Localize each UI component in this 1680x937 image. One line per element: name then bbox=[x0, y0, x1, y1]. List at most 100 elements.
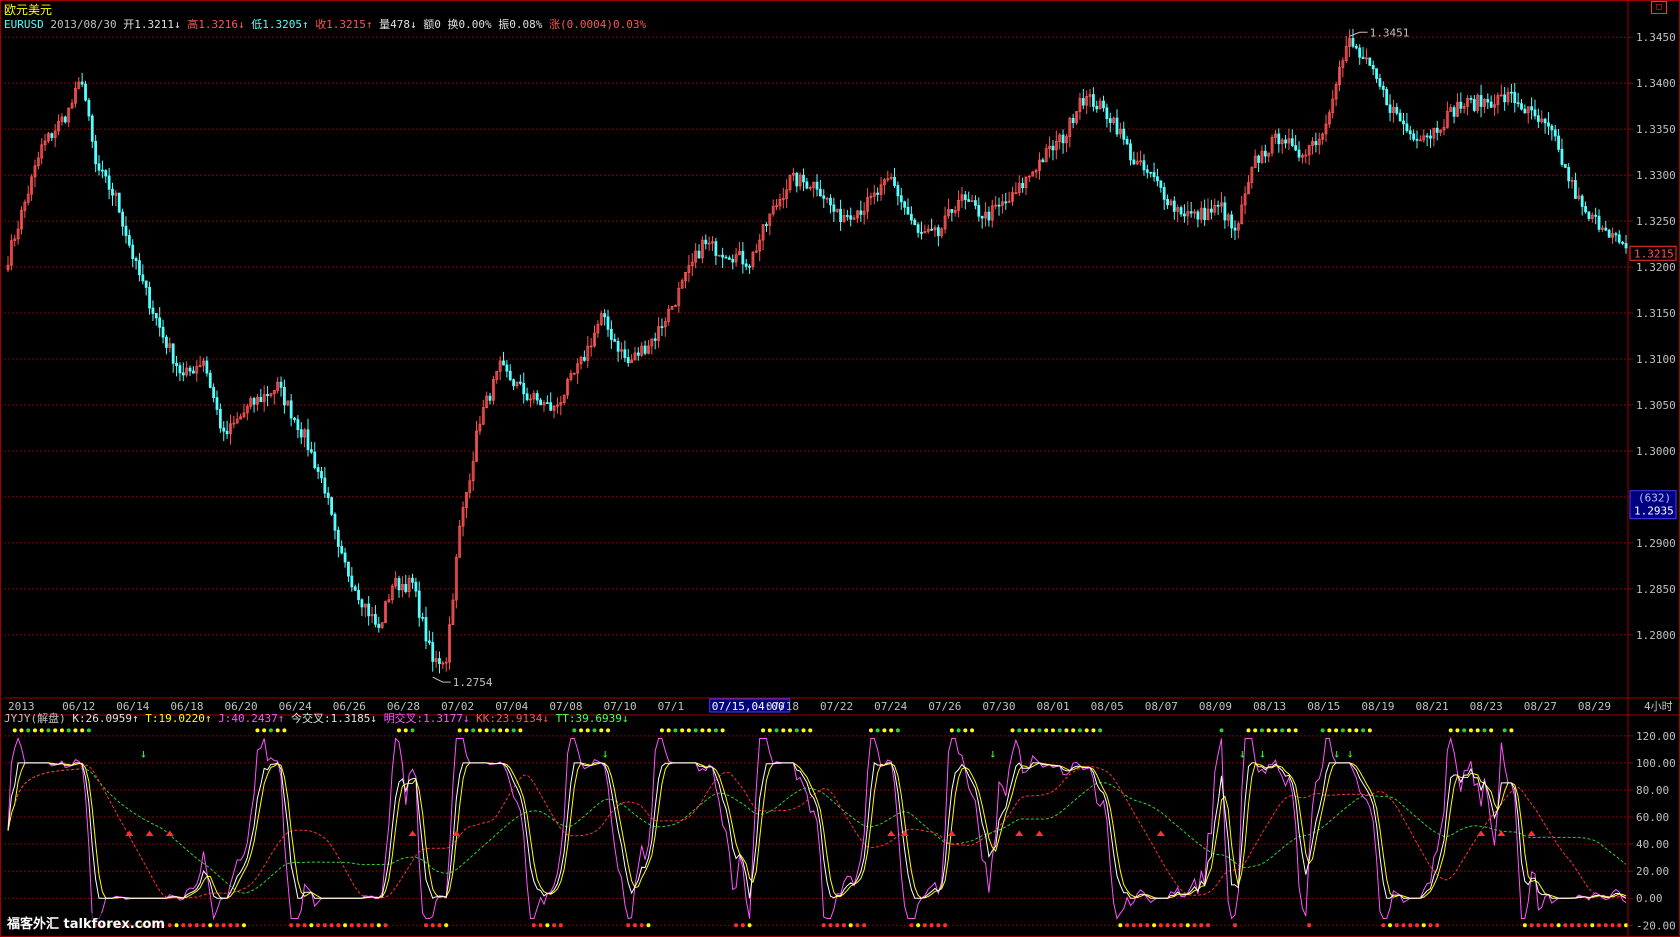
candle-body bbox=[205, 360, 209, 374]
status-dot bbox=[747, 923, 752, 928]
chart-canvas[interactable]: 1.34511.2754 1.34501.34001.33501.33001.3… bbox=[0, 0, 1680, 937]
candle-body bbox=[306, 429, 310, 451]
sell-triangle-icon bbox=[1035, 830, 1044, 836]
today-cross-value: 今交叉:1.3185↓ bbox=[290, 712, 377, 725]
candle-body bbox=[744, 263, 748, 267]
candle-body bbox=[138, 260, 141, 276]
status-dot bbox=[1192, 923, 1197, 928]
date-tick-label: 08/15 bbox=[1307, 700, 1340, 713]
candle-body bbox=[643, 345, 647, 354]
status-dot bbox=[707, 728, 712, 733]
status-dot bbox=[262, 728, 267, 733]
status-dot bbox=[963, 728, 968, 733]
candle-body bbox=[818, 188, 822, 197]
candle-body bbox=[1398, 112, 1402, 122]
candle-body bbox=[1607, 229, 1611, 238]
status-dot bbox=[1388, 923, 1393, 928]
candle-body bbox=[1580, 195, 1584, 207]
status-dot bbox=[801, 728, 806, 733]
window-restore-button[interactable]: □ bbox=[1651, 1, 1667, 14]
candle-body bbox=[80, 81, 84, 85]
buy-arrow-icon: ↓ bbox=[602, 746, 609, 760]
date-tick-label: 07/22 bbox=[820, 700, 853, 713]
sell-triangle-icon bbox=[125, 830, 134, 836]
status-dot bbox=[80, 728, 85, 733]
date-tick-label: 08/07 bbox=[1145, 700, 1178, 713]
last-price-label: 1.3215 bbox=[1634, 247, 1674, 260]
status-dot bbox=[289, 923, 294, 928]
candle-body bbox=[1543, 118, 1547, 124]
candle-body bbox=[63, 116, 67, 123]
status-dot bbox=[1367, 728, 1372, 733]
status-dot bbox=[943, 923, 948, 928]
status-dot bbox=[1624, 923, 1628, 928]
status-dot bbox=[1468, 728, 1473, 733]
candle-body bbox=[727, 257, 731, 260]
sell-triangle-icon bbox=[1015, 830, 1024, 836]
status-dot bbox=[1340, 728, 1345, 733]
status-dot bbox=[1044, 728, 1049, 733]
status-dot bbox=[518, 728, 523, 733]
status-dot bbox=[734, 923, 739, 928]
price-tick-label: 1.3350 bbox=[1636, 123, 1676, 136]
kk-line bbox=[7, 764, 1626, 899]
candle-body bbox=[616, 340, 620, 352]
indicator-name[interactable]: JYJY(解盘) bbox=[4, 712, 66, 725]
date-tick-label: 08/19 bbox=[1361, 700, 1394, 713]
status-dot bbox=[1617, 923, 1622, 928]
status-dot bbox=[781, 728, 786, 733]
status-dot bbox=[680, 728, 685, 733]
sell-triangle-icon bbox=[1477, 830, 1486, 836]
status-dot bbox=[808, 728, 813, 733]
status-dot bbox=[673, 728, 678, 733]
status-dot bbox=[1327, 728, 1332, 733]
status-dot bbox=[1428, 923, 1433, 928]
date-tick-label: 08/27 bbox=[1524, 700, 1557, 713]
price-grid bbox=[4, 36, 1628, 636]
status-dot bbox=[504, 728, 509, 733]
candle-body bbox=[518, 381, 522, 384]
status-dot bbox=[761, 728, 766, 733]
status-dot bbox=[1091, 728, 1096, 733]
status-dot bbox=[1347, 728, 1352, 733]
date-tick-label: 07/1 bbox=[658, 700, 685, 713]
status-dot bbox=[53, 728, 58, 733]
candle-body bbox=[340, 546, 344, 554]
status-dot bbox=[1050, 728, 1055, 733]
candle-body bbox=[154, 313, 158, 319]
candle-body bbox=[508, 370, 512, 381]
candle-body bbox=[1516, 102, 1520, 105]
status-dot bbox=[295, 923, 300, 928]
status-dot bbox=[1536, 923, 1541, 928]
indicator-tick-label: 20.00 bbox=[1636, 865, 1669, 878]
candle-body bbox=[974, 200, 977, 206]
candle-body bbox=[144, 280, 148, 288]
candle-body bbox=[343, 552, 347, 563]
candle-body bbox=[1183, 213, 1186, 217]
candle-body bbox=[1196, 211, 1200, 220]
candle-body bbox=[704, 239, 708, 245]
candle-body bbox=[438, 658, 441, 664]
status-dot bbox=[1543, 923, 1548, 928]
status-dot bbox=[336, 923, 341, 928]
candle-body bbox=[161, 326, 165, 338]
candle-body bbox=[414, 581, 418, 592]
status-dot bbox=[700, 728, 705, 733]
candle-body bbox=[225, 430, 229, 435]
window-border bbox=[0, 0, 1680, 937]
status-dot bbox=[599, 728, 604, 733]
candle-body bbox=[1513, 91, 1517, 104]
indicator-tick-label: 0.00 bbox=[1636, 892, 1663, 905]
candle-body bbox=[411, 577, 414, 583]
candle-body bbox=[832, 204, 836, 212]
sell-triangle-icon bbox=[165, 830, 174, 836]
status-dot bbox=[201, 923, 206, 928]
status-dot bbox=[579, 728, 584, 733]
status-dot bbox=[1010, 728, 1015, 733]
candle-body bbox=[535, 393, 539, 401]
sell-triangle-icon bbox=[145, 830, 154, 836]
candle-body bbox=[360, 599, 364, 608]
status-dot bbox=[1563, 923, 1568, 928]
candle-body bbox=[1425, 135, 1429, 138]
date-tick-label: 08/21 bbox=[1415, 700, 1448, 713]
